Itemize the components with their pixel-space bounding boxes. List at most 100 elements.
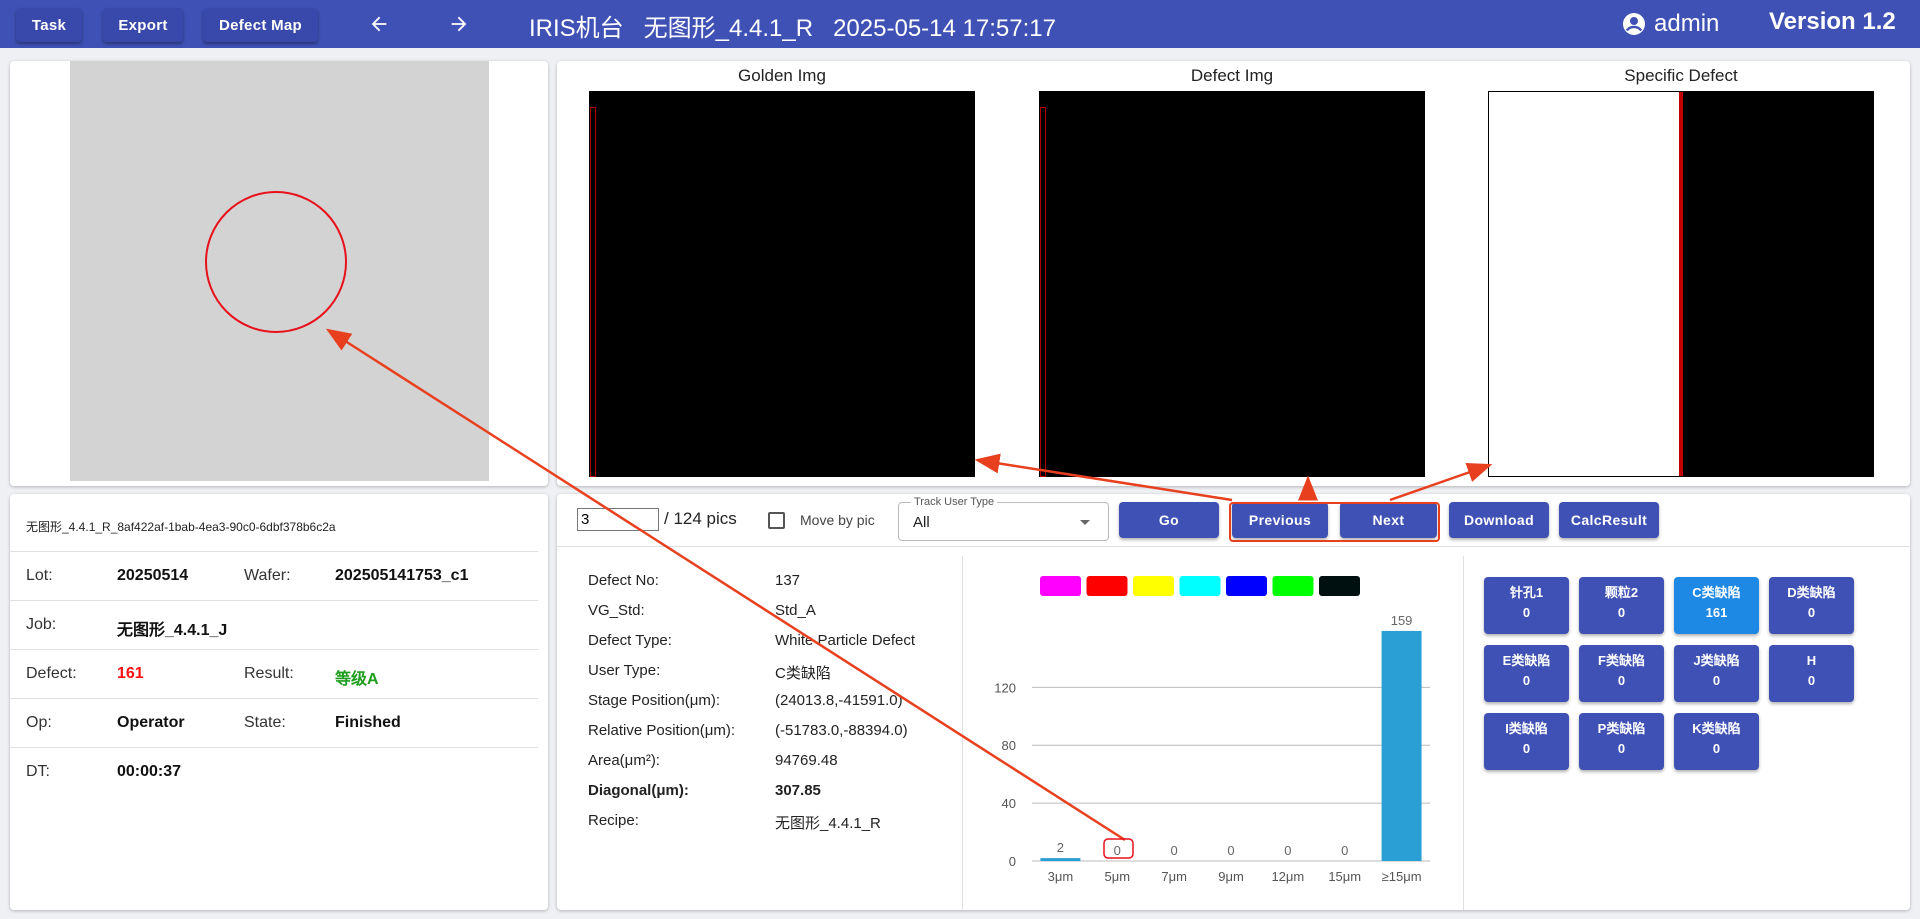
top-bar: Task Export Defect Map IRIS机台 无图形_4.4.1_…: [0, 0, 1920, 48]
defect-boundary-line: [1679, 92, 1683, 476]
category-button[interactable]: E类缺陷 0: [1484, 645, 1569, 702]
defect-image: [1039, 91, 1425, 477]
bar-value-label: 159: [1391, 613, 1413, 628]
y-tick-label: 40: [1002, 796, 1016, 811]
category-button[interactable]: 颗粒2 0: [1579, 577, 1664, 634]
back-arrow-icon[interactable]: [359, 8, 399, 40]
diagonal-value: 307.85: [775, 782, 821, 799]
recipe-label: Recipe:: [588, 812, 639, 829]
category-label: I类缺陷: [1505, 721, 1548, 736]
recipe-value: 无图形_4.4.1_R: [775, 815, 881, 832]
calc-result-button[interactable]: CalcResult: [1559, 502, 1659, 538]
category-label: C类缺陷: [1692, 585, 1741, 600]
user-type-value: C类缺陷: [775, 665, 831, 682]
stage-position-label: Stage Position(μm):: [588, 692, 721, 709]
result-value: 等级A: [335, 671, 379, 688]
category-label: 针孔1: [1509, 585, 1544, 600]
category-label: 颗粒2: [1604, 585, 1639, 600]
category-button[interactable]: H0: [1769, 645, 1854, 702]
page-number-input[interactable]: [577, 508, 659, 531]
dt-value: 00:00:37: [117, 763, 182, 780]
user-menu[interactable]: admin: [1622, 8, 1719, 40]
vg-std-label: VG_Std:: [588, 602, 645, 619]
bar-value-label: 0: [1171, 843, 1178, 858]
wafer-map[interactable]: [70, 61, 489, 481]
relative-position-value: (-51783.0,-88394.0): [775, 722, 908, 739]
defect-edge-marker: [590, 107, 596, 477]
dt-label: DT:: [26, 763, 50, 780]
defect-img-title: Defect Img: [1190, 66, 1274, 85]
golden-img-title: Golden Img: [738, 66, 826, 85]
relative-position-label: Relative Position(μm):: [588, 722, 736, 739]
bar-value-label: 2: [1057, 840, 1064, 855]
x-tick-label: 9μm: [1218, 869, 1244, 884]
lot-value: 20250514: [117, 567, 189, 584]
category-button[interactable]: D类缺陷 0: [1769, 577, 1854, 634]
divider: [557, 546, 1910, 547]
size-distribution-chart: 0 40 80 120 2 3μm 0 5μm 0 7μm 0 9μm 0 12μm 0 15μm 159 ≥15…: [994, 576, 1430, 884]
category-label: K类缺陷: [1692, 721, 1741, 736]
category-label: E类缺陷: [1502, 653, 1551, 668]
wafer-label: Wafer:: [244, 567, 291, 584]
file-id: 无图形_4.4.1_R_8af422af-1bab-4ea3-90c0-6dbf…: [26, 520, 336, 534]
op-value: Operator: [117, 714, 185, 731]
legend-swatch: [1086, 576, 1128, 596]
export-button[interactable]: Export: [103, 8, 183, 42]
specific-defect-title: Specific Defect: [1624, 66, 1738, 85]
category-label: F类缺陷: [1598, 653, 1645, 668]
category-count: 0: [1522, 673, 1531, 688]
info-row-job: Job: 无图形_4.4.1_J: [10, 600, 538, 649]
account-circle-icon: [1623, 13, 1645, 35]
category-button[interactable]: J类缺陷 0: [1674, 645, 1759, 702]
category-button[interactable]: P类缺陷 0: [1579, 713, 1664, 770]
y-tick-label: 120: [994, 680, 1016, 695]
username: admin: [1654, 10, 1720, 37]
bar: [1381, 630, 1422, 861]
download-button[interactable]: Download: [1449, 502, 1549, 538]
category-count: 0: [1807, 673, 1816, 688]
bar-value-label: 0: [1341, 843, 1348, 858]
x-tick-label: ≥15μm: [1382, 869, 1422, 884]
forward-arrow-icon[interactable]: [439, 8, 479, 40]
bar-value-label: 0: [1227, 843, 1234, 858]
dropdown-arrow-icon: [1080, 520, 1090, 525]
category-label: D类缺陷: [1787, 585, 1836, 600]
category-button[interactable]: K类缺陷 0: [1674, 713, 1759, 770]
category-button[interactable]: 针孔1 0: [1484, 577, 1569, 634]
track-user-type-value: All: [913, 514, 930, 531]
track-user-type-select[interactable]: Track User Type All: [898, 496, 1109, 541]
category-button[interactable]: I类缺陷 0: [1484, 713, 1569, 770]
move-by-pic-label: Move by pic: [800, 512, 875, 528]
bar-value-label: 0: [1114, 843, 1121, 858]
area-value: 94769.48: [775, 752, 838, 769]
track-user-type-label: Track User Type: [911, 496, 998, 508]
job-label: Job:: [26, 616, 57, 633]
category-count: 0: [1617, 741, 1626, 756]
task-button[interactable]: Task: [16, 8, 82, 42]
category-label: H: [1806, 653, 1817, 668]
category-count: 0: [1617, 605, 1626, 620]
prev-next-highlight: [1229, 502, 1440, 542]
legend-swatch: [1319, 576, 1360, 596]
legend-swatch: [1179, 576, 1221, 596]
divider: [1463, 556, 1464, 910]
total-pics-label: / 124 pics: [664, 509, 737, 528]
x-tick-label: 5μm: [1105, 869, 1131, 884]
category-button[interactable]: C类缺陷 161: [1674, 577, 1759, 634]
legend-swatch: [1226, 576, 1267, 596]
category-count: 0: [1522, 605, 1531, 620]
defect-map-button[interactable]: Defect Map: [203, 8, 318, 42]
category-count: 161: [1705, 605, 1728, 620]
category-count: 0: [1522, 741, 1531, 756]
legend-swatch: [1272, 576, 1314, 596]
move-by-pic-checkbox[interactable]: [768, 512, 785, 529]
category-label: J类缺陷: [1693, 653, 1740, 668]
legend-swatch: [1133, 576, 1174, 596]
go-button[interactable]: Go: [1119, 502, 1219, 538]
x-tick-label: 7μm: [1161, 869, 1187, 884]
y-tick-label: 80: [1002, 738, 1016, 753]
defect-no-label: Defect No:: [588, 572, 659, 589]
category-label: P类缺陷: [1597, 721, 1646, 736]
category-button[interactable]: F类缺陷 0: [1579, 645, 1664, 702]
x-tick-label: 12μm: [1271, 869, 1304, 884]
